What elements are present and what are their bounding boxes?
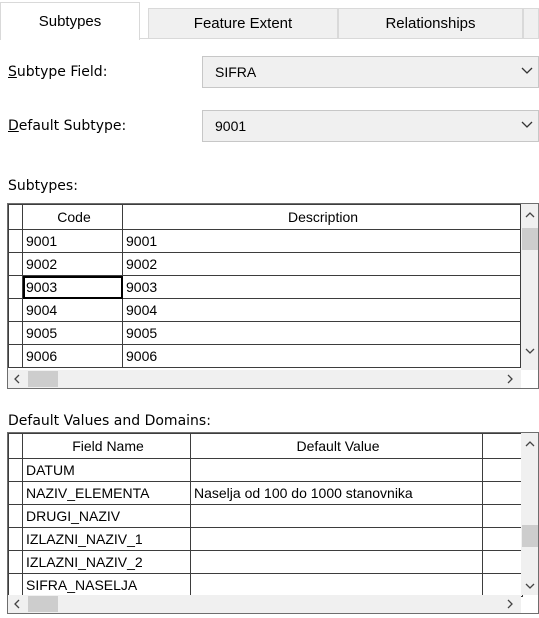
scroll-left-arrow-icon[interactable] (10, 597, 24, 611)
domain-cell[interactable] (482, 458, 523, 482)
default-subtype-label: Default Subtype: (8, 118, 127, 134)
subtypes-vertical-scrollbar[interactable] (521, 204, 538, 370)
table-row[interactable]: IZLAZNI_NAZIV_2 (8, 550, 523, 574)
defaults-horizontal-scrollbar[interactable] (8, 595, 521, 613)
table-row[interactable]: DATUM (8, 458, 523, 482)
chevron-down-icon (521, 121, 533, 128)
scrollbar-thumb[interactable] (522, 228, 538, 250)
code-cell-selected[interactable]: 9003 (22, 275, 123, 299)
row-selector[interactable] (8, 344, 23, 368)
column-header-code[interactable]: Code (22, 204, 123, 230)
field-name-cell[interactable]: DATUM (22, 458, 191, 482)
column-header-domain[interactable] (482, 433, 523, 459)
description-cell[interactable]: 9004 (122, 298, 521, 322)
default-value-cell[interactable] (190, 573, 483, 597)
column-header-description[interactable]: Description (122, 204, 521, 230)
table-row[interactable]: IZLAZNI_NAZIV_1 (8, 527, 523, 551)
row-selector[interactable] (8, 458, 23, 482)
table-row[interactable]: DRUGI_NAZIV (8, 504, 523, 528)
scroll-up-arrow-icon[interactable] (523, 208, 537, 222)
subtype-field-label: Subtype Field: (8, 64, 108, 80)
default-value-cell[interactable]: Naselja od 100 do 1000 stanovnika (190, 481, 483, 505)
scroll-right-arrow-icon[interactable] (503, 372, 517, 386)
scroll-right-arrow-icon[interactable] (503, 597, 517, 611)
default-value-cell[interactable] (190, 550, 483, 574)
column-header-default-value[interactable]: Default Value (190, 433, 483, 459)
scrollbar-thumb[interactable] (28, 596, 58, 612)
code-cell[interactable]: 9002 (22, 252, 123, 276)
subtypes-section-label: Subtypes: (8, 178, 78, 194)
row-header-corner (8, 433, 23, 459)
scroll-down-arrow-icon[interactable] (523, 579, 537, 593)
table-row[interactable]: 9006 9006 (8, 344, 521, 368)
code-cell[interactable]: 9006 (22, 344, 123, 368)
defaults-section-label: Default Values and Domains: (8, 413, 211, 429)
tab-relationships[interactable]: Relationships (338, 8, 523, 38)
domain-cell[interactable] (482, 504, 523, 528)
default-subtype-dropdown[interactable]: 9001 (202, 110, 539, 142)
default-subtype-value: 9001 (215, 118, 247, 134)
row-selector[interactable] (8, 321, 23, 345)
scroll-down-arrow-icon[interactable] (523, 344, 537, 358)
subtypes-grid[interactable]: Code Description 9001 9001 9002 9002 900… (7, 203, 539, 389)
table-row[interactable]: 9001 9001 (8, 229, 521, 253)
subtypes-table: Code Description 9001 9001 9002 9002 900… (8, 204, 521, 368)
row-selector[interactable] (8, 298, 23, 322)
scroll-up-arrow-icon[interactable] (523, 437, 537, 451)
tab-strip: Subtypes Feature Extent Relationships (0, 0, 539, 40)
defaults-vertical-scrollbar[interactable] (521, 433, 538, 595)
description-cell[interactable]: 9003 (122, 275, 521, 299)
table-row[interactable]: 9004 9004 (8, 298, 521, 322)
domain-cell[interactable] (482, 550, 523, 574)
table-header-row: Field Name Default Value (8, 433, 523, 459)
code-cell[interactable]: 9004 (22, 298, 123, 322)
field-name-cell[interactable]: SIFRA_NASELJA (22, 573, 191, 597)
default-value-cell[interactable] (190, 458, 483, 482)
table-row[interactable]: 9005 9005 (8, 321, 521, 345)
table-header-row: Code Description (8, 204, 521, 230)
table-row[interactable]: 9002 9002 (8, 252, 521, 276)
scrollbar-thumb[interactable] (522, 525, 538, 547)
description-cell[interactable]: 9005 (122, 321, 521, 345)
row-selector[interactable] (8, 275, 23, 299)
row-selector[interactable] (8, 481, 23, 505)
default-values-table: Field Name Default Value DATUM NAZIV_ELE… (8, 433, 523, 597)
column-header-field-name[interactable]: Field Name (22, 433, 191, 459)
table-row[interactable]: 9003 9003 (8, 275, 521, 299)
row-selector[interactable] (8, 573, 23, 597)
tab-feature-extent[interactable]: Feature Extent (148, 8, 338, 38)
default-value-cell[interactable] (190, 527, 483, 551)
subtype-field-value: SIFRA (215, 64, 257, 80)
table-row[interactable]: NAZIV_ELEMENTA Naselja od 100 do 1000 st… (8, 481, 523, 505)
row-selector[interactable] (8, 504, 23, 528)
field-name-cell[interactable]: IZLAZNI_NAZIV_1 (22, 527, 191, 551)
domain-cell[interactable] (482, 481, 523, 505)
row-selector[interactable] (8, 252, 23, 276)
subtype-field-dropdown[interactable]: SIFRA (202, 56, 539, 88)
default-value-cell[interactable] (190, 504, 483, 528)
row-selector[interactable] (8, 527, 23, 551)
description-cell[interactable]: 9002 (122, 252, 521, 276)
domain-cell[interactable] (482, 527, 523, 551)
description-cell[interactable]: 9001 (122, 229, 521, 253)
row-selector[interactable] (8, 229, 23, 253)
default-values-grid[interactable]: Field Name Default Value DATUM NAZIV_ELE… (7, 432, 539, 614)
row-header-corner (8, 204, 23, 230)
field-name-cell[interactable]: IZLAZNI_NAZIV_2 (22, 550, 191, 574)
code-cell[interactable]: 9001 (22, 229, 123, 253)
code-cell[interactable]: 9005 (22, 321, 123, 345)
chevron-down-icon (521, 67, 533, 74)
domain-cell[interactable] (482, 573, 523, 597)
tab-overflow (523, 8, 539, 38)
scrollbar-thumb[interactable] (28, 371, 58, 387)
subtypes-horizontal-scrollbar[interactable] (8, 370, 521, 388)
field-name-cell[interactable]: NAZIV_ELEMENTA (22, 481, 191, 505)
description-cell[interactable]: 9006 (122, 344, 521, 368)
field-name-cell[interactable]: DRUGI_NAZIV (22, 504, 191, 528)
row-selector[interactable] (8, 550, 23, 574)
scroll-left-arrow-icon[interactable] (10, 372, 24, 386)
tab-subtypes[interactable]: Subtypes (0, 2, 140, 40)
table-row[interactable]: SIFRA_NASELJA (8, 573, 523, 597)
